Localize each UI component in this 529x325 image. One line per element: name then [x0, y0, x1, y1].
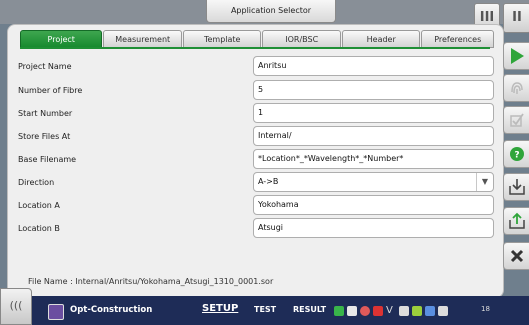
project-name-input[interactable]: Anritsu [253, 56, 494, 76]
field-row: Store Files At Internal/ [8, 126, 503, 148]
file-name-label: File Name : [28, 277, 73, 286]
checklist-icon[interactable] [503, 106, 529, 134]
project-panel: Project Measurement Template IOR/BSC Hea… [7, 24, 504, 298]
tab-header[interactable]: Header [341, 30, 421, 48]
tab-measurement[interactable]: Measurement [103, 30, 182, 48]
terminal-icon [399, 306, 409, 316]
network-icon [412, 306, 422, 316]
save-icon[interactable] [503, 173, 529, 201]
direction-value: A->B [258, 177, 279, 186]
nav-setup[interactable]: SETUP [202, 303, 238, 314]
field-label: Location A [18, 201, 60, 210]
app-name[interactable]: Opt-Construction [70, 305, 152, 315]
battery-icon [334, 306, 344, 316]
system-tray: V [334, 304, 448, 318]
start-number-input[interactable]: 1 [253, 103, 494, 123]
number-of-fibre-input[interactable]: 5 [253, 80, 494, 100]
pause-bars-icon[interactable]: II [503, 3, 529, 33]
nav-test[interactable]: TEST [254, 305, 276, 314]
field-row: Direction A->B ▼ [8, 172, 503, 194]
field-label: Start Number [18, 109, 73, 118]
base-filename-input[interactable]: *Location*_*Wavelength*_*Number* [253, 149, 494, 169]
fingerprint-icon[interactable] [503, 74, 529, 102]
display-icon [425, 306, 435, 316]
application-selector-button[interactable]: Application Selector [206, 0, 336, 23]
tab-template[interactable]: Template [182, 30, 262, 48]
tab-ior-bsc[interactable]: IOR/BSC [262, 30, 341, 48]
usb-icon [373, 306, 383, 316]
svg-text:?: ? [514, 151, 519, 161]
nav-result[interactable]: RESULT [293, 305, 326, 314]
field-row: Base Filename *Location*_*Wavelength*_*N… [8, 149, 503, 171]
field-label: Number of Fibre [18, 86, 83, 95]
camera-icon [347, 306, 357, 316]
field-label: Base Filename [18, 155, 77, 164]
field-label: Direction [18, 178, 55, 187]
collapse-button[interactable]: ((( [0, 288, 32, 325]
field-row: Start Number 1 [8, 103, 503, 125]
clock: 18 [481, 305, 490, 313]
location-b-input[interactable]: Atsugi [253, 218, 494, 238]
v-icon: V [386, 305, 393, 316]
field-row: Project Name Anritsu [8, 56, 503, 78]
tab-project[interactable]: Project [20, 30, 103, 48]
help-icon[interactable]: ? [503, 140, 529, 168]
field-label: Store Files At [18, 132, 71, 141]
location-a-input[interactable]: Yokohama [253, 195, 494, 215]
app-icon[interactable] [48, 304, 64, 320]
store-files-at-input[interactable]: Internal/ [253, 126, 494, 146]
tab-underline [20, 47, 490, 49]
wifi-icon [360, 306, 370, 316]
chevron-down-icon[interactable]: ▼ [476, 173, 493, 191]
right-sidebar: ? [503, 30, 529, 296]
speaker-icon [438, 306, 448, 316]
file-name-line: File Name : Internal/Anritsu/Yokohama_At… [28, 277, 273, 286]
bottom-taskbar: ((( Opt-Construction SETUP TEST RESULT V… [0, 288, 529, 325]
field-row: Location A Yokohama [8, 195, 503, 217]
file-name-value: Internal/Anritsu/Yokohama_Atsugi_1310_00… [75, 277, 274, 286]
field-label: Project Name [18, 62, 72, 71]
field-row: Location B Atsugi [8, 218, 503, 240]
field-row: Number of Fibre 5 [8, 80, 503, 102]
tab-preferences[interactable]: Preferences [421, 30, 494, 48]
direction-select[interactable]: A->B ▼ [253, 172, 494, 192]
play-icon[interactable] [503, 42, 529, 70]
export-icon[interactable] [503, 207, 529, 235]
tab-strip: Project Measurement Template IOR/BSC Hea… [20, 30, 495, 48]
close-icon[interactable] [503, 242, 529, 270]
field-label: Location B [18, 224, 60, 233]
